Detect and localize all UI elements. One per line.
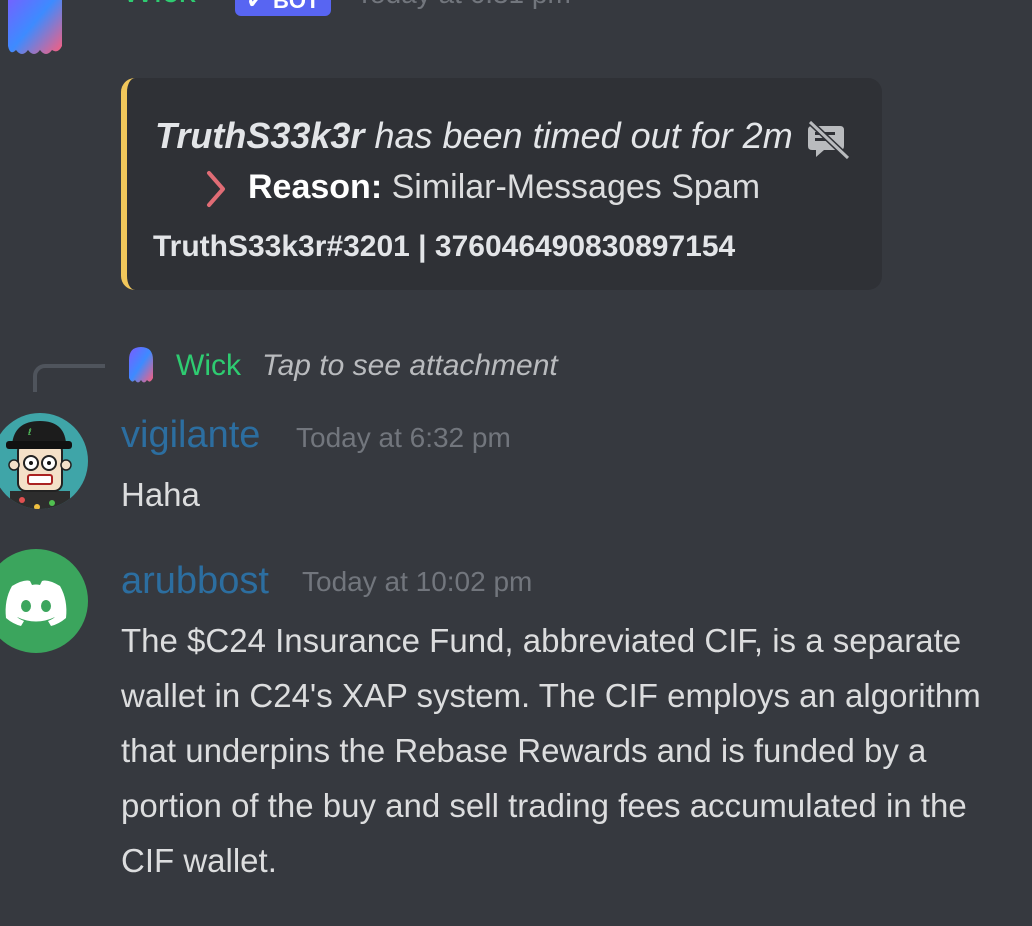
wick-author-name[interactable]: Wick: [122, 0, 196, 11]
bot-badge-label: BOT: [272, 0, 320, 13]
discord-default-avatar-icon[interactable]: [0, 548, 88, 654]
message-text: Haha: [121, 476, 200, 513]
embed-user: TruthS33k3r: [155, 115, 365, 156]
message-author-name[interactable]: arubbost: [121, 560, 269, 603]
message-text: The $C24 Insurance Fund, abbreviated CIF…: [121, 622, 981, 879]
embed-action: has been timed out for 2m: [364, 115, 793, 156]
message-timestamp: Today at 6:31 pm: [356, 0, 571, 10]
mute-chat-icon: [807, 120, 850, 160]
reply-spine: [33, 364, 105, 392]
embed-reason: Reason: Similar-Messages Spam: [248, 168, 760, 207]
bot-badge: ✔ BOT: [235, 0, 331, 16]
chevron-right-icon: [207, 171, 225, 207]
verified-check-icon: ✔: [246, 0, 265, 13]
vigilante-avatar[interactable]: ℓ: [0, 405, 88, 509]
message-timestamp: Today at 6:32 pm: [296, 422, 511, 453]
wick-avatar-icon[interactable]: [4, 0, 66, 60]
svg-text:ℓ: ℓ: [27, 428, 32, 438]
wick-reply-avatar-icon[interactable]: [128, 346, 154, 386]
embed-title: TruthS33k3r has been timed out for 2m: [155, 115, 793, 157]
message-author-name[interactable]: vigilante: [121, 414, 260, 457]
message-timestamp: Today at 10:02 pm: [302, 566, 533, 597]
embed-footer: TruthS33k3r#3201 | 376046490830897154: [153, 230, 736, 263]
reason-label: Reason:: [248, 168, 383, 206]
reason-value: Similar-Messages Spam: [382, 168, 761, 206]
reply-author-name[interactable]: Wick: [176, 349, 241, 383]
reply-attachment-link[interactable]: Tap to see attachment: [262, 349, 558, 383]
